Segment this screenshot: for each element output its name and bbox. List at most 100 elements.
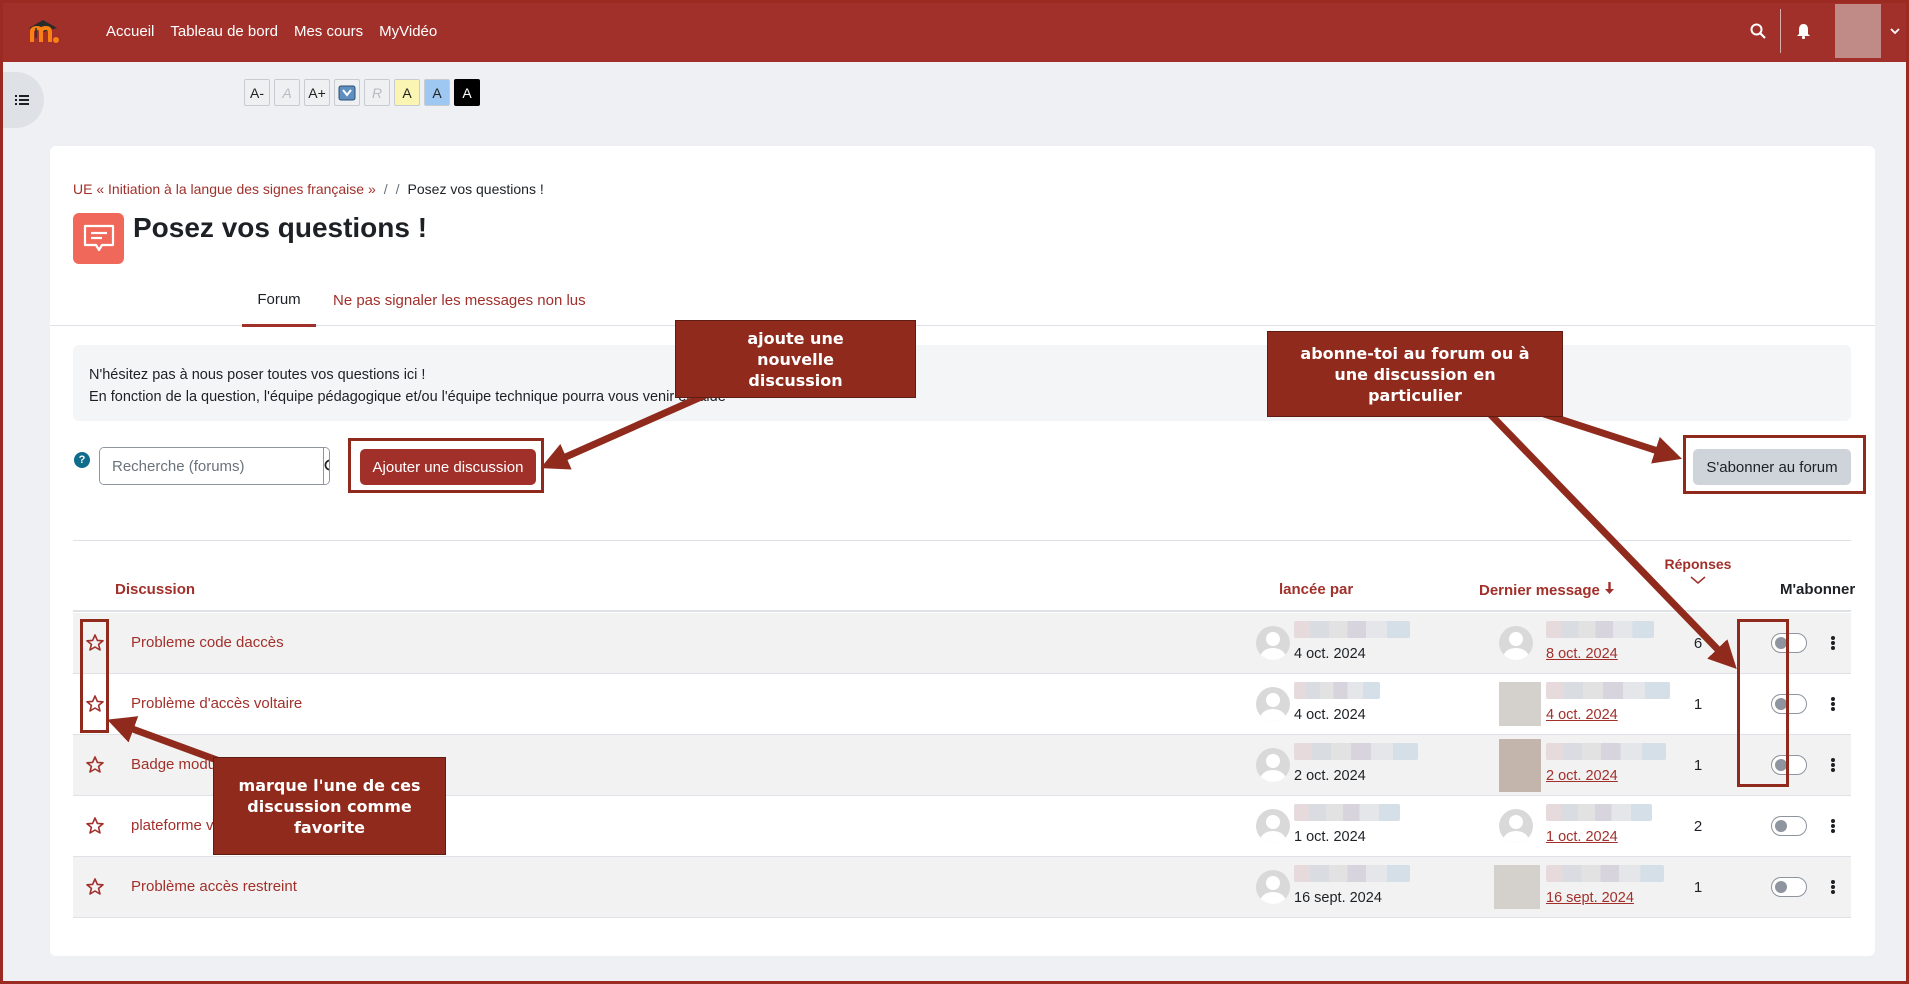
started-date: 1 oct. 2024 xyxy=(1294,829,1366,845)
reply-count[interactable]: 6 xyxy=(1673,635,1723,652)
header-discussion[interactable]: Discussion xyxy=(115,581,195,598)
discussion-title[interactable]: Badge modu xyxy=(131,756,216,773)
blurred-author-name xyxy=(1294,682,1380,699)
tab-unread-tracking[interactable]: Ne pas signaler les messages non lus xyxy=(333,274,586,326)
header-replies[interactable]: Réponses xyxy=(1648,556,1748,588)
tab-forum[interactable]: Forum xyxy=(242,274,316,327)
last-post-date[interactable]: 4 oct. 2024 xyxy=(1546,707,1618,723)
more-actions-icon[interactable] xyxy=(1827,877,1839,897)
navbar-right xyxy=(1738,0,1909,62)
user-avatar[interactable] xyxy=(1835,4,1881,58)
discussion-title[interactable]: Probleme code daccès xyxy=(131,634,284,651)
blurred-author-name xyxy=(1546,621,1654,638)
course-index-toggle[interactable] xyxy=(0,72,44,128)
blue-theme-button[interactable]: A xyxy=(424,79,450,106)
subscribe-toggle[interactable] xyxy=(1771,877,1807,897)
user-avatar[interactable] xyxy=(1499,809,1533,843)
more-actions-icon[interactable] xyxy=(1827,694,1839,714)
last-post-date[interactable]: 1 oct. 2024 xyxy=(1546,829,1618,845)
breadcrumb-separator: / xyxy=(383,181,388,197)
divider xyxy=(73,540,1851,541)
breadcrumb-current: Posez vos questions ! xyxy=(407,181,544,197)
blurred-author-name xyxy=(1546,865,1664,882)
user-avatar[interactable] xyxy=(1256,626,1290,660)
search-icon[interactable] xyxy=(1738,0,1778,62)
breadcrumb-course[interactable]: UE « Initiation à la langue des signes f… xyxy=(73,181,376,197)
discussion-title[interactable]: Problème accès restreint xyxy=(131,878,297,895)
started-date: 16 sept. 2024 xyxy=(1294,890,1382,906)
top-navbar: Accueil Tableau de bord Mes cours MyVidé… xyxy=(0,0,1909,62)
header-started-by[interactable]: lancée par xyxy=(1279,581,1353,598)
reply-count[interactable]: 2 xyxy=(1673,818,1723,835)
forum-icon xyxy=(73,213,124,264)
header-replies-label: Réponses xyxy=(1664,556,1732,572)
discussion-table-header: Discussion lancée par Dernier message Ré… xyxy=(73,556,1855,612)
started-date: 4 oct. 2024 xyxy=(1294,646,1366,662)
nav-mes-cours[interactable]: Mes cours xyxy=(294,23,363,40)
accessibility-toolbar: A- A A+ R A A A xyxy=(244,79,480,106)
chevron-down-icon xyxy=(1690,576,1706,584)
navbar-divider xyxy=(1780,9,1781,53)
nav-accueil[interactable]: Accueil xyxy=(106,23,154,40)
user-avatar[interactable] xyxy=(1256,809,1290,843)
help-icon[interactable]: ? xyxy=(74,452,90,468)
subscribe-toggle[interactable] xyxy=(1771,816,1807,836)
more-actions-icon[interactable] xyxy=(1827,633,1839,653)
user-avatar[interactable] xyxy=(1499,626,1533,660)
discussion-title[interactable]: plateforme v xyxy=(131,817,214,834)
font-reset-button[interactable]: A xyxy=(274,79,300,106)
font-decrease-button[interactable]: A- xyxy=(244,79,270,106)
started-date: 4 oct. 2024 xyxy=(1294,707,1366,723)
user-avatar[interactable] xyxy=(1256,870,1290,904)
reply-count[interactable]: 1 xyxy=(1673,757,1723,774)
last-post-date[interactable]: 16 sept. 2024 xyxy=(1546,890,1634,906)
search-button[interactable] xyxy=(323,448,329,484)
search-input[interactable] xyxy=(100,448,323,484)
last-post-date[interactable]: 8 oct. 2024 xyxy=(1546,646,1618,662)
black-theme-button[interactable]: A xyxy=(454,79,480,106)
arrow-down-icon xyxy=(1605,582,1615,594)
callout-subscribe: abonne-toi au forum ou à une discussion … xyxy=(1267,331,1563,417)
header-last-post-label: Dernier message xyxy=(1479,582,1600,599)
more-actions-icon[interactable] xyxy=(1827,755,1839,775)
blurred-author-name xyxy=(1294,804,1400,821)
user-avatar[interactable] xyxy=(1494,865,1540,909)
star-icon[interactable] xyxy=(85,816,105,836)
table-row: Problème d'accès voltaire 4 oct. 2024 4 … xyxy=(73,674,1851,735)
yellow-theme-button[interactable]: A xyxy=(394,79,420,106)
reply-count[interactable]: 1 xyxy=(1673,696,1723,713)
table-row: Problème accès restreint 16 sept. 2024 1… xyxy=(73,857,1851,918)
chevron-down-icon[interactable] xyxy=(1881,0,1909,62)
nav-tableau-de-bord[interactable]: Tableau de bord xyxy=(170,23,278,40)
header-last-post[interactable]: Dernier message xyxy=(1479,581,1615,599)
discussion-title[interactable]: Problème d'accès voltaire xyxy=(131,695,302,712)
bell-icon[interactable] xyxy=(1783,0,1823,62)
header-subscribe: M'abonner xyxy=(1780,581,1856,598)
search-icon xyxy=(324,459,329,471)
table-row: Probleme code daccès 4 oct. 2024 8 oct. … xyxy=(73,613,1851,674)
reply-count[interactable]: 1 xyxy=(1673,879,1723,896)
nav-myvideo[interactable]: MyVidéo xyxy=(379,23,437,40)
forum-search xyxy=(99,447,330,485)
star-icon[interactable] xyxy=(85,755,105,775)
forum-intro: N'hésitez pas à nous poser toutes vos qu… xyxy=(73,345,1851,421)
user-avatar[interactable] xyxy=(1499,739,1541,792)
more-actions-icon[interactable] xyxy=(1827,816,1839,836)
blurred-author-name xyxy=(1294,865,1410,882)
breadcrumb: UE « Initiation à la langue des signes f… xyxy=(73,181,544,197)
star-icon[interactable] xyxy=(85,877,105,897)
blurred-author-name xyxy=(1294,621,1410,638)
user-avatar[interactable] xyxy=(1256,687,1290,721)
callout-add-discussion: ajoute une nouvelle discussion xyxy=(675,320,916,398)
last-post-date[interactable]: 2 oct. 2024 xyxy=(1546,768,1618,784)
user-avatar[interactable] xyxy=(1499,682,1541,726)
breadcrumb-separator: / xyxy=(395,181,400,197)
reset-colors-button[interactable]: R xyxy=(364,79,390,106)
save-settings-icon[interactable] xyxy=(334,79,360,106)
user-avatar[interactable] xyxy=(1256,748,1290,782)
blurred-author-name xyxy=(1294,743,1418,760)
moodle-logo[interactable] xyxy=(26,16,64,46)
font-increase-button[interactable]: A+ xyxy=(304,79,330,106)
intro-line: En fonction de la question, l'équipe péd… xyxy=(89,389,726,405)
blurred-author-name xyxy=(1546,743,1666,760)
